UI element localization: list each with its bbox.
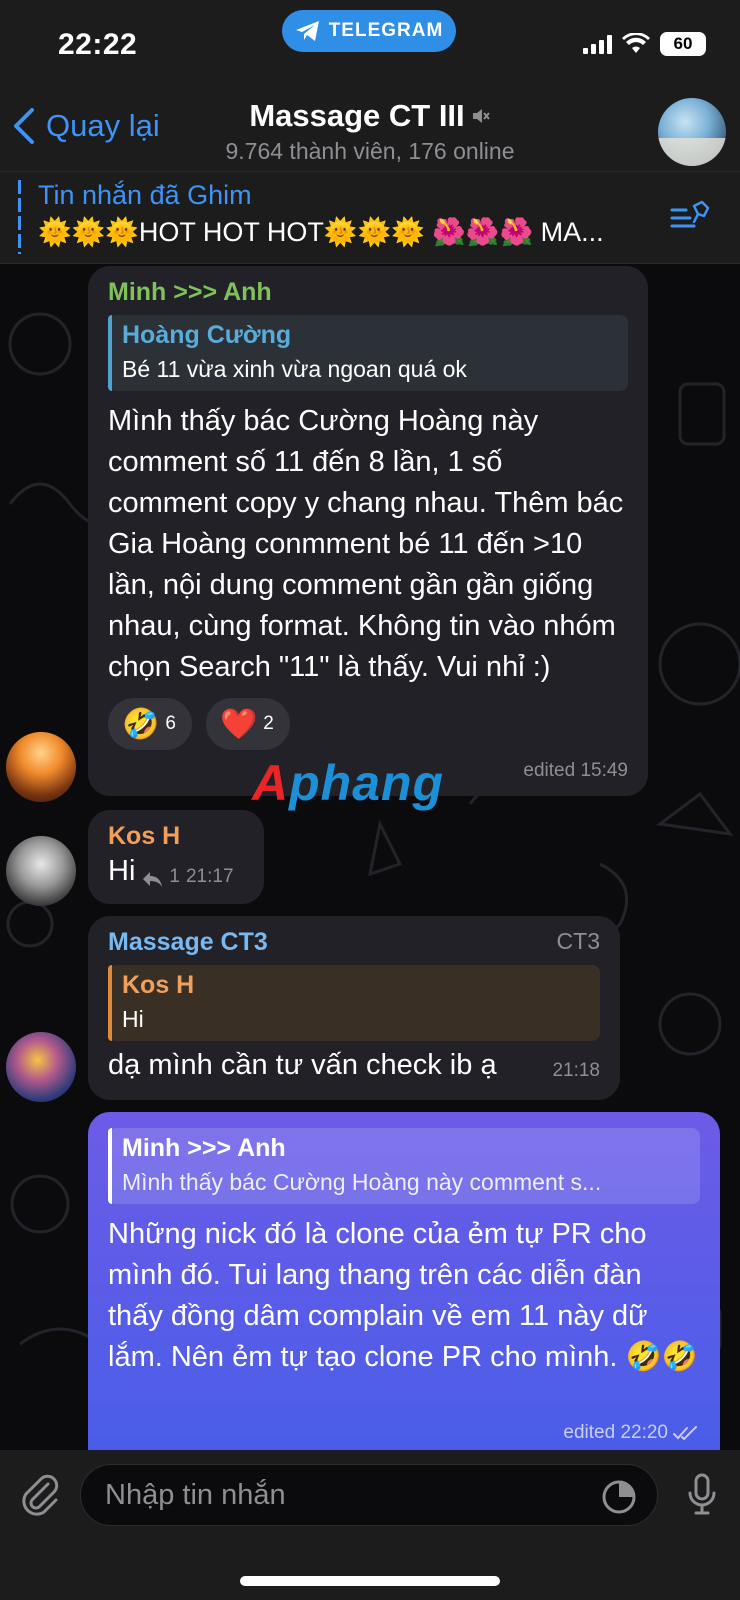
telegram-pill-label: TELEGRAM: [328, 20, 444, 41]
pinned-indicator: [18, 180, 21, 254]
chevron-left-icon: [14, 108, 34, 144]
composer-bar: Nhập tin nhắn: [0, 1450, 740, 1600]
muted-icon: [472, 109, 490, 123]
reply-quote[interactable]: Hoàng Cường Bé 11 vừa xinh vừa ngoan quá…: [108, 315, 628, 391]
reply-count[interactable]: 1: [169, 866, 180, 888]
status-indicators: 60: [583, 32, 706, 56]
message-bubble[interactable]: Kos H Hi 1 21:17: [88, 810, 264, 904]
message-bubble[interactable]: Minh >>> Anh Hoàng Cường Bé 11 vừa xinh …: [88, 266, 648, 796]
reply-quote[interactable]: Kos H Hi: [108, 965, 600, 1041]
reaction-count: 6: [165, 713, 176, 734]
reaction-heart[interactable]: ❤️ 2: [205, 698, 290, 750]
chat-header: Quay lại Massage CT III 9.764 thành viên…: [0, 92, 740, 172]
avatar[interactable]: [6, 836, 76, 906]
reply-author: Minh >>> Anh: [122, 1134, 286, 1162]
microphone-icon[interactable]: [687, 1473, 717, 1517]
back-button[interactable]: Quay lại: [12, 106, 160, 146]
reactions: 🤣 6 ❤️ 2: [108, 698, 628, 750]
message-time: 21:18: [552, 1060, 600, 1081]
message-text: Những nick đó là clone của ẻm tự PR cho …: [108, 1218, 698, 1373]
message-time: edited 22:20: [563, 1422, 668, 1443]
sticker-icon[interactable]: [601, 1479, 637, 1515]
pinned-message-bar[interactable]: Tin nhắn đã Ghim 🌞🌞🌞HOT HOT HOT🌞🌞🌞 🌺🌺🌺 M…: [0, 172, 740, 264]
watermark-logo: Aphang: [252, 755, 445, 811]
message-text: dạ mình cần tư vấn check ib ạ: [108, 1049, 497, 1081]
chat-title: Massage CT III: [249, 98, 465, 133]
message-sender[interactable]: Kos H: [108, 822, 244, 851]
signal-icon: [583, 34, 612, 54]
reply-arrow-icon: [143, 872, 163, 887]
attach-icon[interactable]: [18, 1472, 62, 1516]
telegram-icon: [295, 21, 319, 41]
chat-title-area[interactable]: Massage CT III 9.764 thành viên, 176 onl…: [160, 98, 580, 165]
admin-tag: CT3: [556, 928, 600, 954]
message-time: edited 15:49: [523, 760, 628, 781]
reply-text: Mình thấy bác Cường Hoàng này comment s.…: [122, 1169, 602, 1195]
message-input[interactable]: Nhập tin nhắn: [80, 1464, 716, 1526]
message-status: edited 22:20: [563, 1422, 700, 1444]
back-label: Quay lại: [46, 108, 160, 143]
outgoing-message-bubble[interactable]: Minh >>> Anh Mình thấy bác Cường Hoàng n…: [88, 1112, 720, 1450]
reaction-laugh[interactable]: 🤣 6: [108, 698, 192, 750]
heart-emoji-icon: ❤️: [219, 707, 258, 741]
reply-quote[interactable]: Minh >>> Anh Mình thấy bác Cường Hoàng n…: [108, 1128, 700, 1204]
pin-list-icon[interactable]: [670, 200, 710, 236]
wifi-icon: [622, 33, 650, 53]
laughing-emoji-icon: 🤣: [122, 707, 160, 741]
home-indicator: [240, 1576, 500, 1586]
avatar[interactable]: [6, 732, 76, 802]
chat-member-count: 9.764 thành viên, 176 online: [225, 138, 515, 164]
reply-author: Kos H: [122, 971, 195, 999]
pinned-title: Tin nhắn đã Ghim: [38, 180, 252, 210]
message-text: Mình thấy bác Cường Hoàng này comment số…: [108, 405, 624, 683]
message-input-placeholder: Nhập tin nhắn: [105, 1479, 286, 1511]
telegram-return-pill[interactable]: TELEGRAM: [282, 10, 456, 52]
message-sender[interactable]: Massage CT3: [108, 928, 268, 957]
group-avatar[interactable]: [658, 98, 726, 166]
battery-icon: 60: [660, 32, 706, 56]
reaction-count: 2: [263, 713, 274, 734]
message-list[interactable]: Minh >>> Anh Hoàng Cường Bé 11 vừa xinh …: [0, 264, 740, 1450]
reply-text: Bé 11 vừa xinh vừa ngoan quá ok: [122, 356, 467, 382]
pinned-text: 🌞🌞🌞HOT HOT HOT🌞🌞🌞 🌺🌺🌺 MA...: [38, 217, 604, 247]
reply-author: Hoàng Cường: [122, 321, 292, 349]
avatar[interactable]: [6, 1032, 76, 1102]
status-time: 22:22: [58, 28, 138, 61]
reply-text: Hi: [122, 1006, 144, 1032]
message-time: 21:17: [185, 866, 234, 887]
message-text: Hi: [108, 855, 136, 887]
message-bubble[interactable]: Massage CT3 CT3 Kos H Hi dạ mình cần tư …: [88, 916, 620, 1100]
status-bar: 22:22 TELEGRAM 60: [0, 0, 740, 92]
double-check-icon: [673, 1426, 697, 1441]
message-sender[interactable]: Minh >>> Anh: [108, 278, 628, 307]
